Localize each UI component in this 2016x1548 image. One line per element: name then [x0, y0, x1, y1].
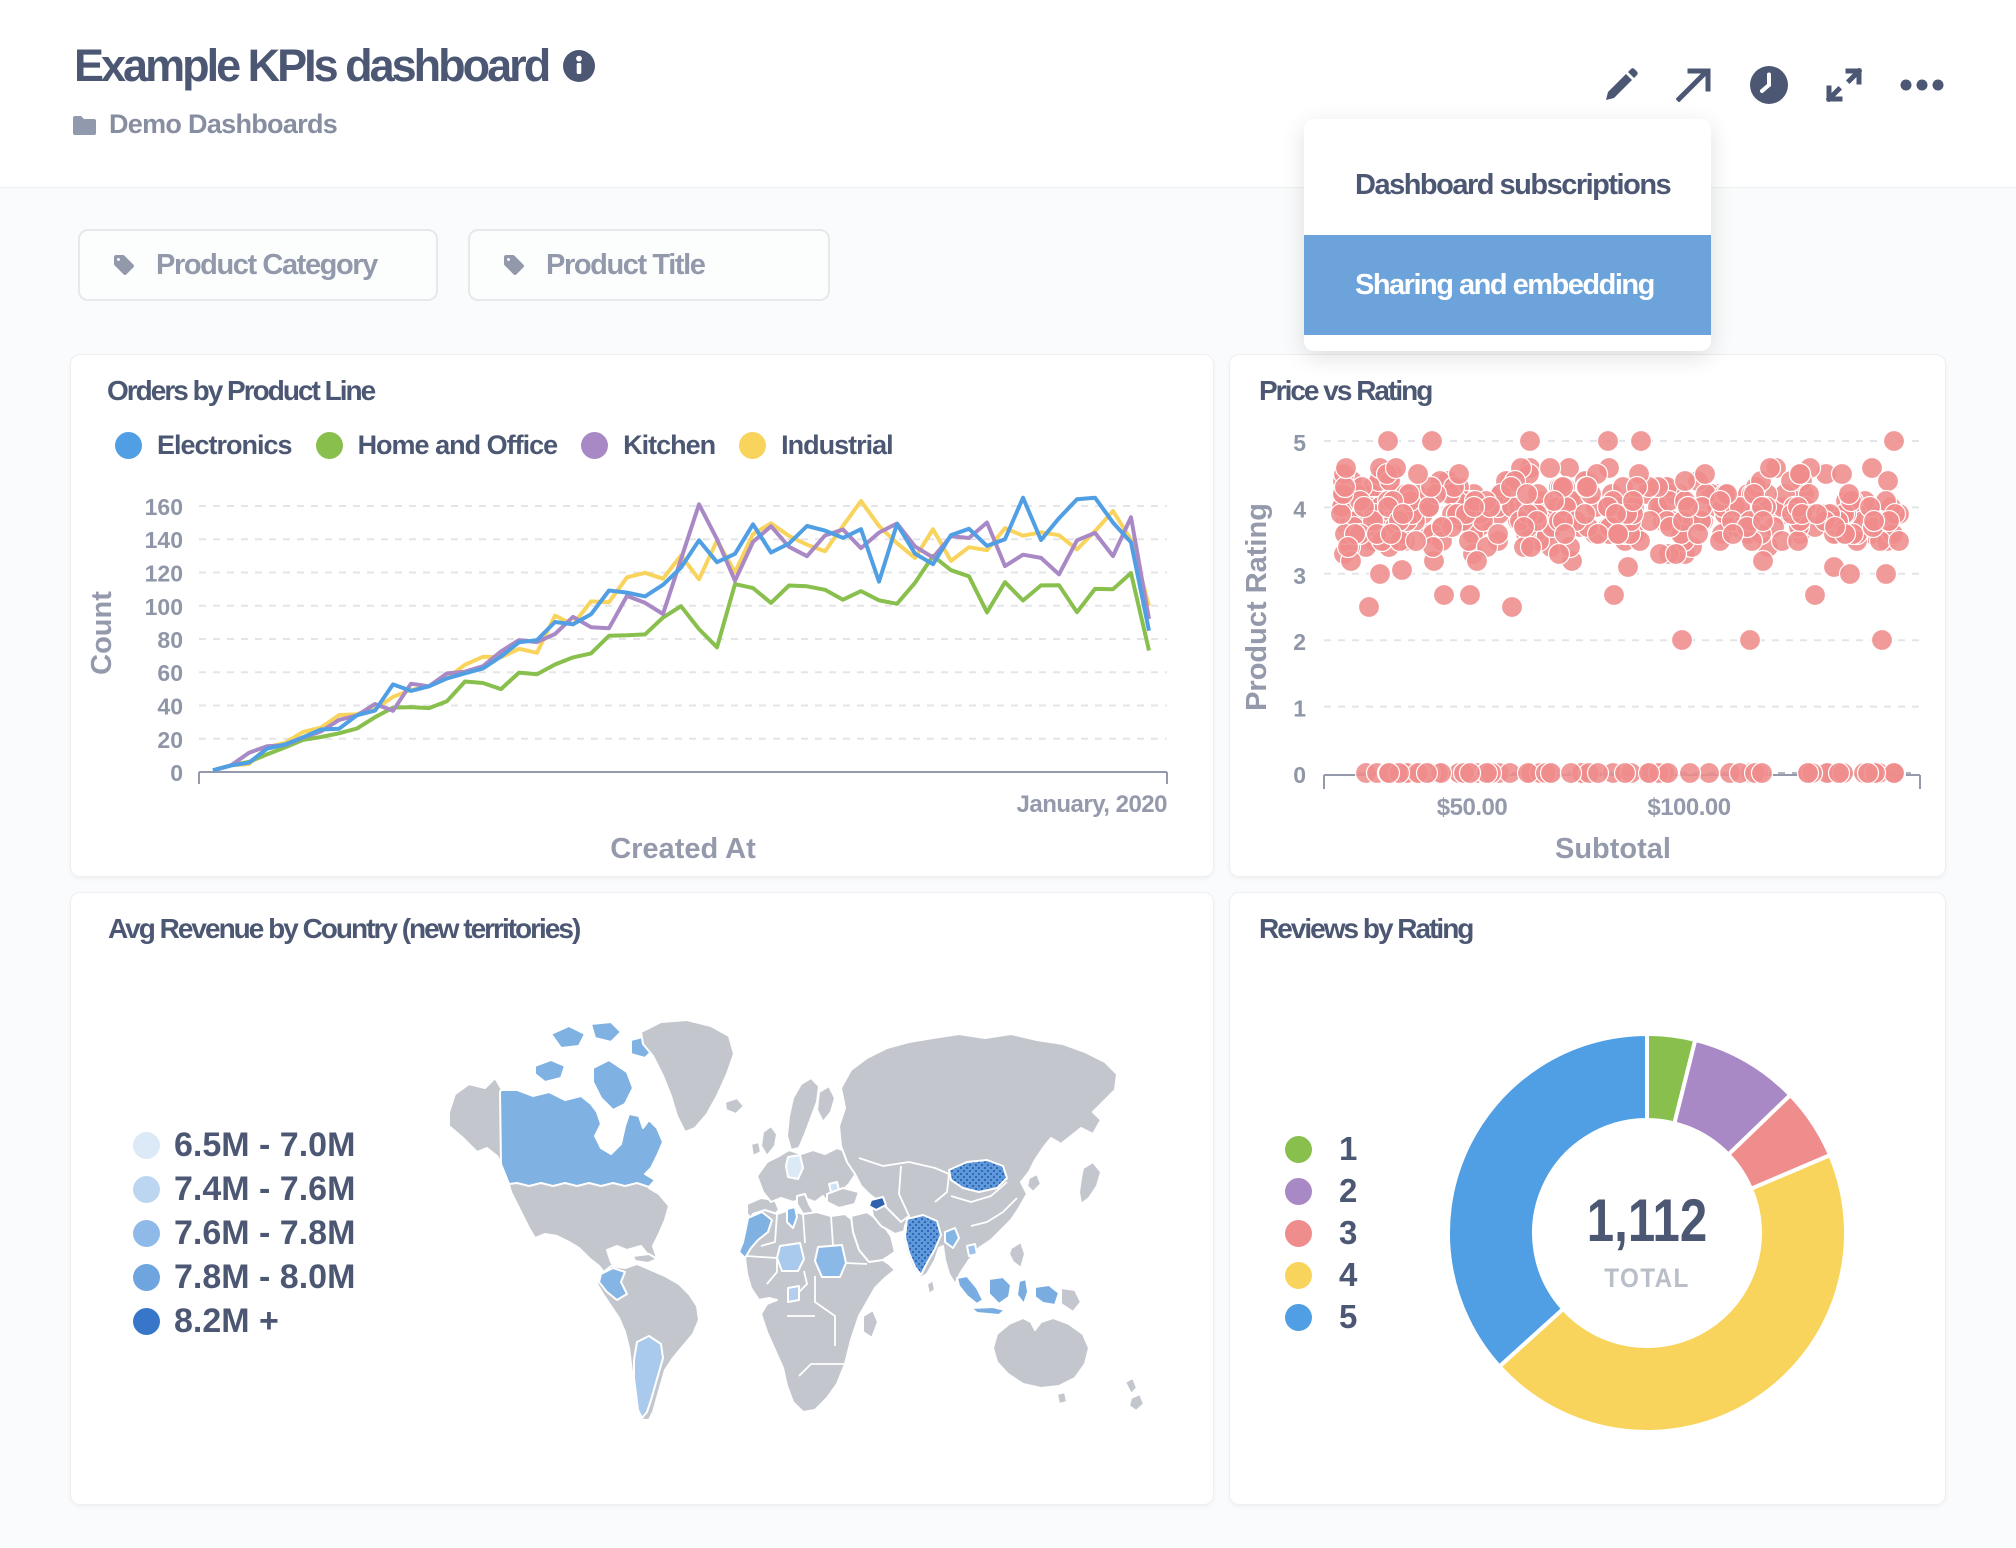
svg-text:160: 160 — [145, 494, 183, 520]
svg-text:1: 1 — [1293, 696, 1306, 722]
svg-text:80: 80 — [157, 627, 183, 653]
svg-text:Product Rating: Product Rating — [1241, 503, 1273, 711]
svg-text:Created At: Created At — [610, 833, 756, 865]
svg-text:4: 4 — [1293, 496, 1306, 522]
svg-text:0: 0 — [170, 760, 183, 786]
svg-text:0: 0 — [1293, 762, 1306, 788]
svg-text:1,112: 1,112 — [1587, 1186, 1707, 1254]
svg-text:$50.00: $50.00 — [1437, 794, 1508, 821]
svg-text:Count: Count — [86, 591, 118, 675]
svg-text:20: 20 — [157, 727, 183, 753]
svg-text:100: 100 — [145, 594, 183, 620]
svg-text:TOTAL: TOTAL — [1604, 1264, 1689, 1293]
svg-text:January, 2020: January, 2020 — [1017, 791, 1168, 818]
svg-text:120: 120 — [145, 561, 183, 587]
svg-text:140: 140 — [145, 527, 183, 553]
svg-text:$100.00: $100.00 — [1647, 794, 1730, 821]
svg-text:40: 40 — [157, 694, 183, 720]
svg-text:60: 60 — [157, 660, 183, 686]
svg-text:3: 3 — [1293, 563, 1306, 589]
svg-text:Subtotal: Subtotal — [1555, 833, 1671, 865]
svg-text:2: 2 — [1293, 629, 1306, 655]
svg-text:5: 5 — [1293, 430, 1306, 456]
